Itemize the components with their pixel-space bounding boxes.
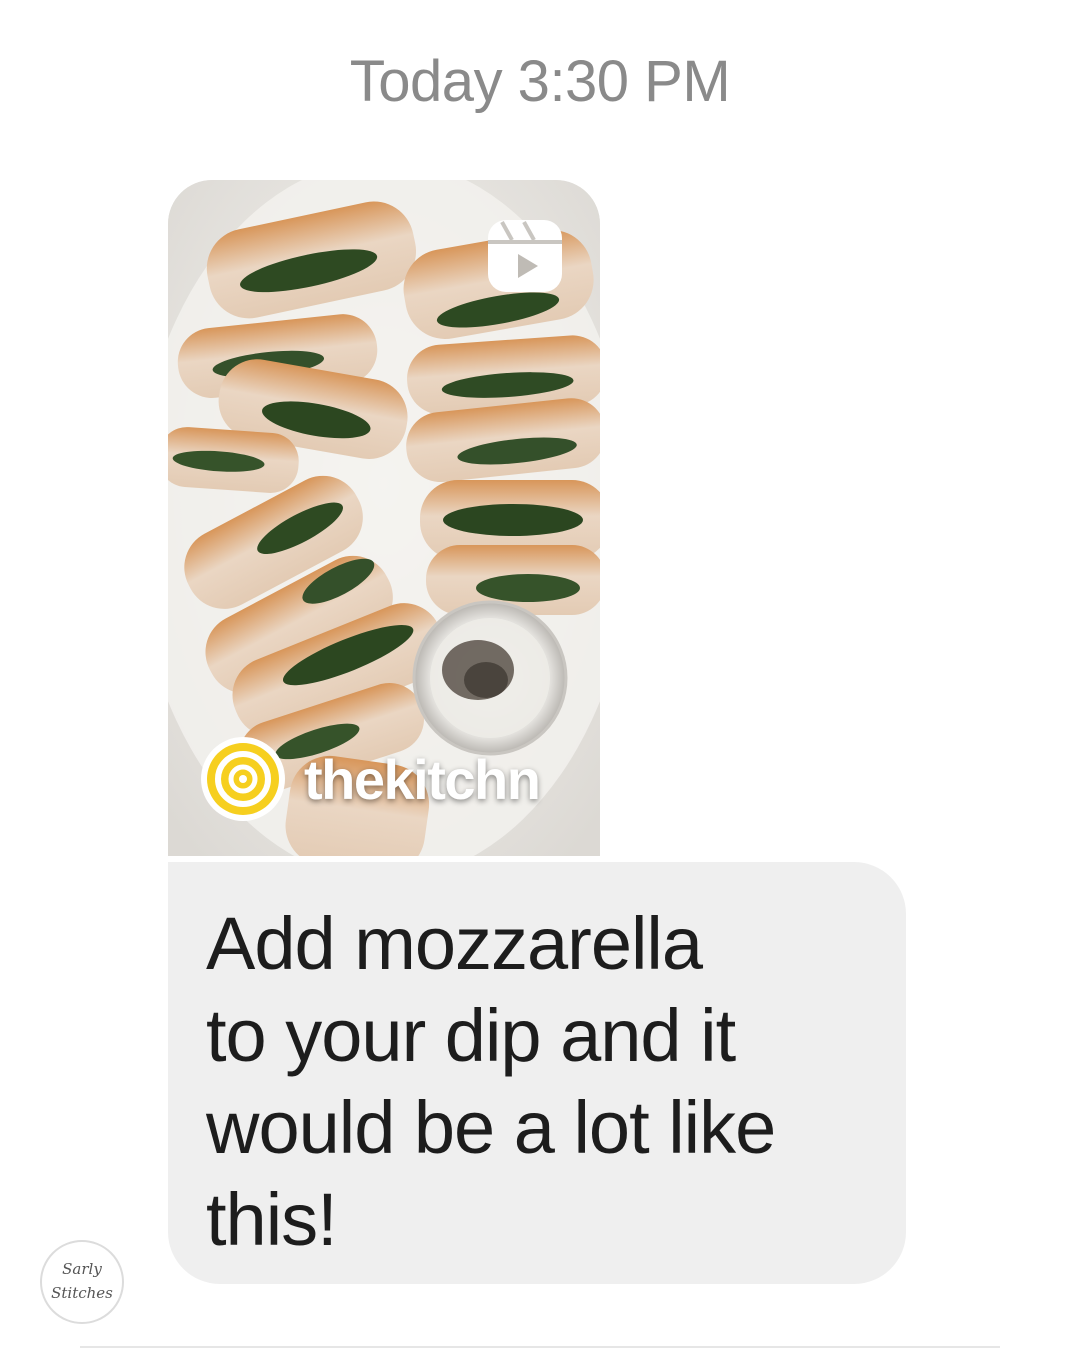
reels-icon — [488, 220, 562, 292]
reel-source: thekitchn — [200, 736, 541, 822]
avatar[interactable]: Sarly Stitches — [40, 1240, 124, 1324]
divider — [80, 1346, 1000, 1348]
avatar-text-line1: Sarly — [62, 1260, 102, 1278]
message-bubble[interactable]: Add mozzarella to your dip and it would … — [168, 862, 906, 1284]
shared-reel-card[interactable]: thekitchn — [168, 180, 600, 856]
avatar-text-line2: Stitches — [51, 1284, 113, 1302]
kitchn-logo-icon — [201, 737, 285, 821]
message-timestamp: Today 3:30 PM — [349, 49, 731, 114]
reel-source-name: thekitchn — [304, 747, 541, 811]
message-text: Add mozzarella to your dip and it would … — [206, 902, 776, 1261]
